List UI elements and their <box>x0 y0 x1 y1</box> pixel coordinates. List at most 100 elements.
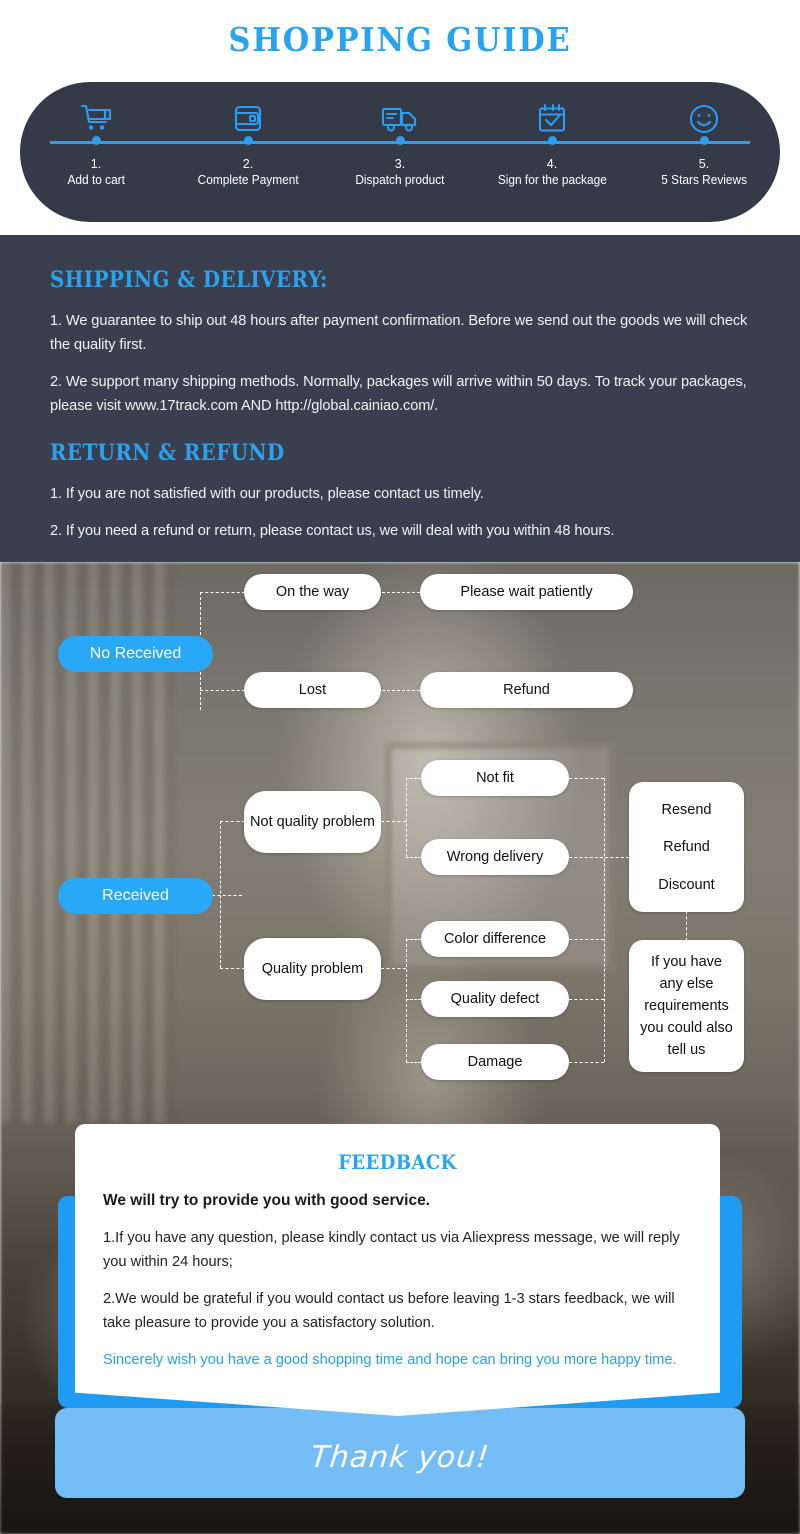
step-2-dot <box>243 136 253 145</box>
connector-to-quality <box>220 968 245 969</box>
step-4-dot <box>547 136 557 145</box>
node-resolution-options[interactable]: Resend Refund Discount <box>629 782 744 912</box>
node-not-quality-problem[interactable]: Not quality problem <box>244 791 381 853</box>
node-received-label: Received <box>102 887 169 904</box>
node-please-wait-label: Please wait patiently <box>460 584 593 600</box>
node-no-received[interactable]: No Received <box>58 636 213 672</box>
steps-row: 1. Add to cart 2. Complete Payment 3. Di… <box>20 82 780 222</box>
node-resolution-refund: Refund <box>663 839 710 855</box>
return-item-1: 1. If you are not satisfied with our pro… <box>50 486 484 502</box>
connector-quality-out <box>381 968 406 969</box>
connector-to-not-quality <box>220 821 245 822</box>
step-3-number: 3. <box>394 157 406 171</box>
feedback-card: FEEDBACK We will try to provide you with… <box>75 1124 720 1416</box>
node-color-difference[interactable]: Color difference <box>421 921 569 957</box>
step-1-dot <box>91 136 101 145</box>
node-else-requirements-label: If you have any else requirements you co… <box>640 954 733 1058</box>
step-5-five-stars-reviews: 5. 5 Stars Reviews <box>628 82 780 222</box>
node-lost[interactable]: Lost <box>244 672 381 708</box>
step-4-sign-for-package: 4. Sign for the package <box>476 82 628 222</box>
connector-lost-to-refund <box>382 690 420 691</box>
shopping-cart-icon <box>78 100 114 138</box>
shipping-item-1: 1. We guarantee to ship out 48 hours aft… <box>50 313 748 353</box>
connector-to-wrong-delivery <box>406 857 421 858</box>
page-title: SHOPPING GUIDE <box>228 20 572 59</box>
connector-to-ontheway <box>200 592 245 593</box>
step-5-dot <box>699 136 709 145</box>
connector-right-rail <box>604 778 605 1062</box>
shipping-item-2: 2. We support many shipping methods. Nor… <box>50 374 747 414</box>
policy-section: SHIPPING & DELIVERY: 1. We guarantee to … <box>0 235 800 562</box>
return-item-2: 2. If you need a refund or return, pleas… <box>50 523 615 539</box>
shopping-guide-page: SHOPPING GUIDE 1. Add to cart 2. Complet… <box>0 0 800 1534</box>
node-refund[interactable]: Refund <box>420 672 633 708</box>
connector-qualitydefect-right <box>569 999 604 1000</box>
node-resolution-discount: Discount <box>658 876 715 893</box>
connector-to-not-fit <box>406 778 421 779</box>
node-quality-defect-label: Quality defect <box>450 991 540 1007</box>
step-1-label: Add to cart <box>67 173 125 187</box>
step-4-label: Sign for the package <box>497 173 607 187</box>
connector-to-damage <box>406 1062 421 1063</box>
step-2-number: 2. <box>242 157 254 171</box>
feedback-item-2: 2.We would be grateful if you would cont… <box>103 1291 675 1331</box>
connector-notquality-split <box>406 778 407 857</box>
feedback-lead: We will try to provide you with good ser… <box>103 1192 430 1209</box>
feedback-closing: Sincerely wish you have a good shopping … <box>103 1352 677 1368</box>
thank-you-text: Thank you! <box>308 1439 491 1475</box>
node-not-fit-label: Not fit <box>476 770 514 786</box>
node-quality-problem-label: Quality problem <box>261 961 364 977</box>
shopping-guide-section: SHOPPING GUIDE 1. Add to cart 2. Complet… <box>0 0 800 235</box>
node-refund-label: Refund <box>503 682 550 698</box>
feedback-item-1: 1.If you have any question, please kindl… <box>103 1230 680 1270</box>
node-else-requirements[interactable]: If you have any else requirements you co… <box>629 940 744 1072</box>
shipping-delivery-heading: SHIPPING & DELIVERY: <box>50 267 328 293</box>
node-lost-label: Lost <box>298 682 327 698</box>
connector-colordiff-right <box>569 939 604 940</box>
node-on-the-way-label: On the way <box>275 584 350 600</box>
step-5-number: 5. <box>698 157 710 171</box>
step-3-dispatch-product: 3. Dispatch product <box>324 82 476 222</box>
node-damage[interactable]: Damage <box>421 1044 569 1080</box>
thank-you-banner: Thank you! <box>55 1408 745 1498</box>
node-quality-problem[interactable]: Quality problem <box>244 938 381 1000</box>
node-resolution-resend: Resend <box>661 801 712 818</box>
step-3-dot <box>395 136 405 145</box>
connector-to-lost <box>200 690 245 691</box>
node-quality-defect[interactable]: Quality defect <box>421 981 569 1017</box>
step-1-add-to-cart: 1. Add to cart <box>20 82 172 222</box>
connector-quality-split <box>406 939 407 1062</box>
connector-wrongdelivery-right <box>569 857 629 858</box>
connector-resolution-to-note <box>686 911 687 941</box>
step-2-complete-payment: 2. Complete Payment <box>172 82 324 222</box>
connector-damage-right <box>569 1062 604 1063</box>
connector-notfit-right <box>569 778 604 779</box>
node-on-the-way[interactable]: On the way <box>244 574 381 610</box>
node-not-fit[interactable]: Not fit <box>421 760 569 796</box>
node-no-received-label: No Received <box>89 645 182 662</box>
feedback-title: FEEDBACK <box>338 1150 457 1174</box>
step-5-label: 5 Stars Reviews <box>661 173 747 187</box>
connector-notquality-out <box>381 821 406 822</box>
node-please-wait-patiently[interactable]: Please wait patiently <box>420 574 633 610</box>
calendar-check-icon <box>536 100 568 138</box>
connector-to-quality-defect <box>406 999 421 1000</box>
step-2-label: Complete Payment <box>197 173 299 187</box>
wallet-icon <box>233 100 263 138</box>
step-3-label: Dispatch product <box>355 173 445 187</box>
return-refund-heading: RETURN & REFUND <box>50 440 285 466</box>
delivery-truck-icon <box>381 100 419 138</box>
step-4-number: 4. <box>546 157 558 171</box>
node-wrong-delivery[interactable]: Wrong delivery <box>421 839 569 875</box>
node-damage-label: Damage <box>467 1054 523 1070</box>
connector-ontheway-to-wait <box>382 592 420 593</box>
smiley-face-icon <box>688 100 720 138</box>
connector-received-stub <box>212 895 242 896</box>
node-color-difference-label: Color difference <box>443 931 547 947</box>
step-1-number: 1. <box>90 157 102 171</box>
node-not-quality-problem-label: Not quality problem <box>250 814 375 830</box>
node-received[interactable]: Received <box>58 878 213 914</box>
node-wrong-delivery-label: Wrong delivery <box>446 849 544 865</box>
connector-received-vertical <box>220 821 221 968</box>
connector-to-color-difference <box>406 939 421 940</box>
